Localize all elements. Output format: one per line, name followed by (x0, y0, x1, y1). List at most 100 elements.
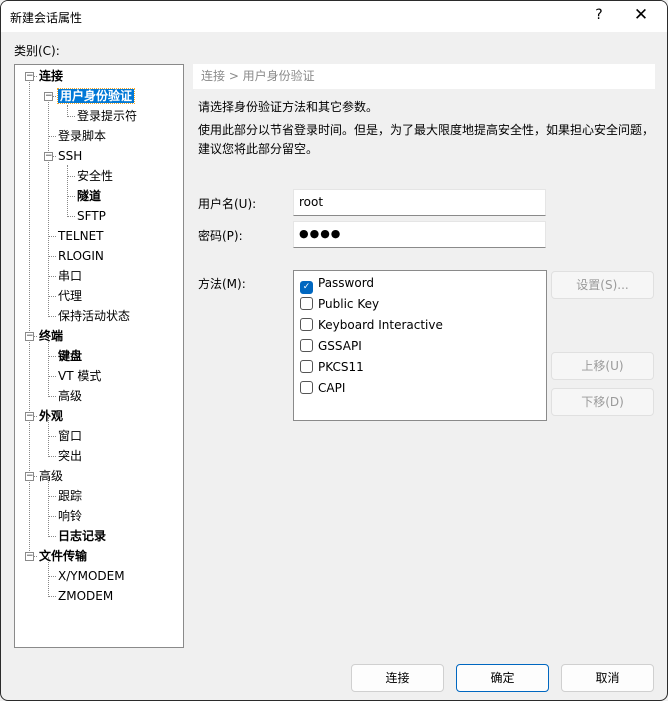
method-label-text: GSSAPI (318, 339, 362, 353)
tree-guide-line (29, 77, 30, 557)
username-input[interactable]: root (293, 189, 546, 216)
checkbox-icon[interactable] (300, 381, 313, 394)
password-label: 密码(P): (198, 229, 243, 243)
tree-item[interactable]: 连接 (39, 67, 63, 85)
category-tree[interactable]: − 连接 − 用户身份验证 登录提示符 登录脚本 − SSH 安全性 隧道 SFTP TELNET RL… (14, 64, 184, 648)
tree-item[interactable]: 跟踪 (58, 487, 82, 505)
method-item[interactable]: Keyboard Interactive (300, 316, 443, 334)
tree-item-label: 文件传输 (39, 549, 88, 563)
tree-item-label: 登录脚本 (58, 129, 107, 143)
settings-button[interactable]: 设置(S)... (551, 271, 654, 299)
checkbox-icon[interactable] (300, 339, 313, 352)
tree-connector (48, 436, 56, 437)
tree-item-label: TELNET (58, 229, 104, 243)
tree-guide-line (48, 97, 49, 317)
tree-item-label: 高级 (39, 469, 64, 483)
tree-item[interactable]: X/YMODEM (58, 567, 125, 585)
help-button[interactable]: ? (591, 7, 607, 23)
tree-connector (48, 516, 56, 517)
tree-connector (48, 456, 56, 457)
collapse-icon[interactable]: − (25, 332, 34, 341)
checkbox-icon[interactable] (300, 297, 313, 310)
tree-connector (48, 136, 56, 137)
method-label-text: Password (318, 276, 375, 290)
tree-item[interactable]: 登录脚本 (58, 127, 106, 145)
method-item[interactable]: GSSAPI (300, 337, 362, 355)
collapse-icon[interactable]: − (25, 472, 34, 481)
tree-connector (67, 116, 75, 117)
tree-item[interactable]: 响铃 (58, 507, 82, 525)
tree-item[interactable]: ZMODEM (58, 587, 113, 605)
tree-item-label: 日志记录 (58, 529, 107, 543)
checkbox-icon[interactable] (300, 318, 313, 331)
tree-connector (48, 316, 56, 317)
password-input[interactable]: ●●●● (293, 221, 546, 248)
description-primary: 请选择身份验证方法和其它参数。 (198, 100, 379, 114)
tree-connector (48, 356, 56, 357)
tree-item[interactable]: 日志记录 (58, 527, 106, 545)
close-button[interactable]: ✕ (631, 5, 651, 25)
method-list[interactable]: ✓ Password Public Key Keyboard Interactive G… (293, 270, 547, 421)
tree-connector (48, 576, 56, 577)
tree-item-label: 窗口 (58, 429, 83, 443)
tree-item[interactable]: 窗口 (58, 427, 82, 445)
window-title: 新建会话属性 (10, 11, 83, 25)
breadcrumb: 连接 > 用户身份验证 (193, 64, 655, 89)
tree-item[interactable]: 高级 (58, 387, 82, 405)
method-label: 方法(M): (198, 277, 246, 291)
cancel-button[interactable]: 取消 (561, 664, 654, 692)
checkbox-checked-icon[interactable]: ✓ (300, 281, 313, 294)
tree-item-label: 隧道 (77, 189, 102, 203)
tree-item[interactable]: SFTP (77, 207, 106, 225)
method-item[interactable]: PKCS11 (300, 358, 364, 376)
tree-item-label: VT 模式 (58, 369, 102, 383)
method-item[interactable]: CAPI (300, 379, 345, 397)
tree-item[interactable]: 用户身份验证 (56, 87, 136, 105)
connect-button[interactable]: 连接 (351, 664, 444, 692)
tree-connector (48, 396, 56, 397)
collapse-icon[interactable]: − (25, 72, 34, 81)
tree-item-label: 代理 (58, 289, 83, 303)
collapse-icon[interactable]: − (25, 412, 34, 421)
tree-item[interactable]: 文件传输 (39, 547, 87, 565)
category-label: 类别(C): (14, 44, 60, 58)
tree-item-label: SFTP (77, 209, 106, 223)
tree-item[interactable]: 终端 (39, 327, 63, 345)
tree-item-label: 连接 (39, 69, 64, 83)
method-item[interactable]: ✓ Password (300, 274, 375, 294)
tree-connector (48, 496, 56, 497)
tree-item[interactable]: 外观 (39, 407, 63, 425)
tree-item-label: 跟踪 (58, 489, 83, 503)
tree-item[interactable]: RLOGIN (58, 247, 104, 265)
tree-item[interactable]: 隧道 (77, 187, 101, 205)
tree-guide-line (48, 477, 49, 537)
tree-item[interactable]: 代理 (58, 287, 82, 305)
tree-item-label: ZMODEM (58, 589, 114, 603)
method-item[interactable]: Public Key (300, 295, 379, 313)
tree-item[interactable]: 串口 (58, 267, 82, 285)
tree-item[interactable]: VT 模式 (58, 367, 101, 385)
tree-connector (67, 176, 75, 177)
tree-item-label: SSH (58, 149, 83, 163)
collapse-icon[interactable]: − (25, 552, 34, 561)
tree-item[interactable]: 高级 (39, 467, 63, 485)
username-label: 用户名(U): (198, 197, 257, 211)
tree-connector (48, 296, 56, 297)
collapse-icon[interactable]: − (44, 92, 53, 101)
tree-item[interactable]: 保持活动状态 (58, 307, 130, 325)
tree-connector (48, 276, 56, 277)
method-label-text: CAPI (318, 381, 346, 395)
move-up-button[interactable]: 上移(U) (551, 352, 654, 380)
move-down-button[interactable]: 下移(D) (551, 388, 654, 416)
tree-item[interactable]: 键盘 (58, 347, 82, 365)
tree-connector (48, 256, 56, 257)
tree-item[interactable]: TELNET (58, 227, 104, 245)
checkbox-icon[interactable] (300, 360, 313, 373)
tree-item[interactable]: 安全性 (77, 167, 113, 185)
tree-item[interactable]: 登录提示符 (77, 107, 137, 125)
method-label-text: Public Key (318, 297, 380, 311)
tree-item[interactable]: SSH (58, 147, 82, 165)
ok-button[interactable]: 确定 (456, 664, 549, 692)
tree-item[interactable]: 突出 (58, 447, 82, 465)
collapse-icon[interactable]: − (44, 152, 53, 161)
